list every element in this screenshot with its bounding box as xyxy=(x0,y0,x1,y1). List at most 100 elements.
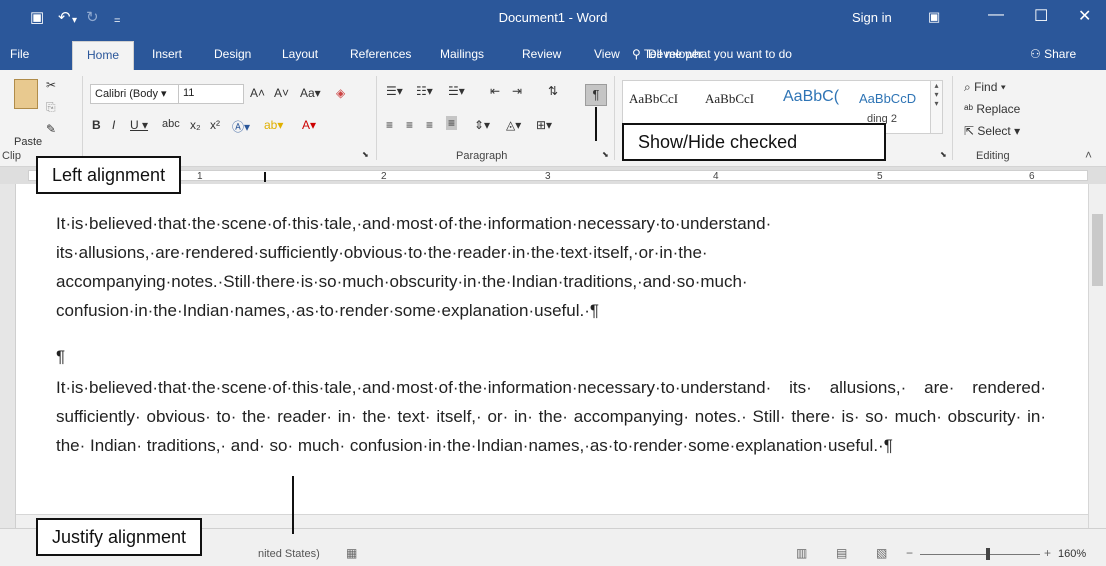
font-size-value: 11 xyxy=(183,87,195,99)
title-bar: ▣ ↶ ▾ ↻ = Document1 - Word Sign in ▣ — ☐… xyxy=(0,0,1106,37)
clipboard-group-label: Clip xyxy=(2,150,21,162)
tab-home[interactable]: Home xyxy=(72,41,135,70)
styles-scroll[interactable]: ▴ ▾ ▾ xyxy=(930,80,943,134)
style-no-spacing[interactable]: AaBbCcI xyxy=(705,91,754,107)
font-dialog-launcher-icon[interactable]: ⬊ xyxy=(362,150,369,159)
replace-button[interactable]: ᵃᵇ Replace xyxy=(964,102,1020,116)
group-divider xyxy=(376,76,377,160)
paste-button-label[interactable]: Paste xyxy=(14,136,42,148)
cut-icon[interactable]: ✂ xyxy=(46,78,56,92)
multilevel-list-icon[interactable]: ☱▾ xyxy=(448,84,465,98)
bold-icon[interactable]: B xyxy=(92,118,101,132)
sort-icon[interactable]: ⇅ xyxy=(548,84,558,98)
line-spacing-icon[interactable]: ⇕▾ xyxy=(474,118,490,132)
close-icon[interactable]: ✕ xyxy=(1078,6,1091,26)
align-left-icon[interactable]: ≡ xyxy=(386,118,393,132)
ruler-number: 4 xyxy=(713,171,719,182)
web-layout-icon[interactable]: ▧ xyxy=(876,546,887,560)
bullets-icon[interactable]: ☰▾ xyxy=(386,84,403,98)
superscript-icon[interactable]: x² xyxy=(210,118,220,132)
share-icon: ⚇ xyxy=(1030,47,1045,61)
callout-left-alignment: Left alignment xyxy=(36,156,182,194)
replace-icon: ᵃᵇ xyxy=(964,102,977,116)
select-label: Select xyxy=(977,124,1011,138)
vertical-scrollbar[interactable] xyxy=(1088,184,1106,528)
clear-formatting-icon[interactable]: ◈ xyxy=(336,86,345,100)
style-heading-1[interactable]: AaBbC( xyxy=(783,88,839,106)
borders-icon[interactable]: ⊞▾ xyxy=(536,118,552,132)
ruler-number: 5 xyxy=(877,171,883,182)
zoom-level[interactable]: 160% xyxy=(1058,548,1086,560)
document-page[interactable]: It·is·believed·that·the·scene·of·this·ta… xyxy=(16,184,1088,528)
tab-review[interactable]: Review xyxy=(522,47,561,61)
group-divider xyxy=(952,76,953,160)
tell-me-box[interactable]: ⚲ Tell me what you want to do xyxy=(632,47,792,61)
tab-references[interactable]: References xyxy=(350,47,411,61)
paste-icon[interactable] xyxy=(14,79,38,109)
paragraph-left-aligned[interactable]: It·is·believed·that·the·scene·of·this·ta… xyxy=(56,209,1046,325)
collapse-ribbon-icon[interactable]: ˄ xyxy=(1085,148,1092,162)
zoom-slider[interactable] xyxy=(920,554,1040,555)
grow-font-icon[interactable]: A˄ xyxy=(250,86,265,100)
align-center-icon[interactable]: ≡ xyxy=(406,118,413,132)
empty-paragraph-mark[interactable]: ¶ xyxy=(56,347,65,367)
editing-group-label: Editing xyxy=(976,150,1010,162)
font-name-combo[interactable]: Calibri (Body ▾ xyxy=(90,84,180,104)
minimize-icon[interactable]: — xyxy=(988,6,1004,24)
style-heading-2[interactable]: AaBbCcD xyxy=(859,91,916,106)
shrink-font-icon[interactable]: A˅ xyxy=(274,86,289,100)
share-button[interactable]: ⚇ Share xyxy=(1030,47,1076,61)
zoom-in-icon[interactable]: + xyxy=(1044,546,1051,560)
maximize-icon[interactable]: ☐ xyxy=(1034,6,1048,26)
decrease-indent-icon[interactable]: ⇤ xyxy=(490,84,500,98)
text-effects-icon[interactable]: Ⓐ▾ xyxy=(232,118,250,135)
scroll-thumb[interactable] xyxy=(1092,214,1103,286)
strikethrough-icon[interactable]: abc xyxy=(162,118,180,130)
group-divider xyxy=(614,76,615,160)
tab-file[interactable]: File xyxy=(10,47,29,61)
callout-justify-alignment: Justify alignment xyxy=(36,518,203,556)
tab-design[interactable]: Design xyxy=(214,47,251,61)
font-color-icon[interactable]: A▾ xyxy=(302,118,316,132)
callout-connector xyxy=(264,172,266,182)
read-mode-icon[interactable]: ▥ xyxy=(796,546,807,560)
show-hide-button[interactable]: ¶ xyxy=(585,84,607,106)
sign-in-link[interactable]: Sign in xyxy=(852,10,892,25)
numbering-icon[interactable]: ☷▾ xyxy=(416,84,433,98)
cursor-icon: ⇱ xyxy=(964,124,978,138)
highlight-icon[interactable]: ab▾ xyxy=(264,118,283,132)
format-painter-icon[interactable]: ✎ xyxy=(46,122,56,136)
font-size-combo[interactable]: 11 xyxy=(178,84,244,104)
italic-icon[interactable]: I xyxy=(112,118,115,132)
print-layout-icon[interactable]: ▤ xyxy=(836,546,847,560)
shading-icon[interactable]: ◬▾ xyxy=(506,118,521,132)
align-right-icon[interactable]: ≡ xyxy=(426,118,433,132)
callout-connector xyxy=(595,107,597,141)
select-button[interactable]: ⇱ Select ▾ xyxy=(964,124,1020,138)
paragraph-group-label: Paragraph xyxy=(456,150,508,162)
paragraph-justified[interactable]: It·is·believed·that·the·scene·of·this·ta… xyxy=(56,373,1046,460)
macro-icon[interactable]: ▦ xyxy=(346,546,357,560)
tab-layout[interactable]: Layout xyxy=(282,47,318,61)
callout-show-hide: Show/Hide checked xyxy=(622,123,886,161)
paragraph-dialog-launcher-icon[interactable]: ⬊ xyxy=(602,150,609,159)
tell-me-text: Tell me what you want to do xyxy=(643,47,792,61)
zoom-out-icon[interactable]: − xyxy=(906,546,913,560)
underline-icon[interactable]: U ▾ xyxy=(130,118,148,132)
zoom-slider-thumb[interactable] xyxy=(986,548,990,560)
copy-icon[interactable]: ⎘ xyxy=(46,100,56,115)
tab-view[interactable]: View xyxy=(594,47,620,61)
find-label: Find xyxy=(974,80,998,94)
vertical-ruler[interactable] xyxy=(0,184,16,528)
change-case-icon[interactable]: Aa▾ xyxy=(300,86,321,100)
ribbon-display-options-icon[interactable]: ▣ xyxy=(928,9,940,25)
subscript-icon[interactable]: x₂ xyxy=(190,118,201,132)
style-normal[interactable]: AaBbCcI xyxy=(629,91,678,107)
tab-mailings[interactable]: Mailings xyxy=(440,47,484,61)
language-status[interactable]: nited States) xyxy=(258,548,320,560)
find-button[interactable]: ⌕ Find ▾ xyxy=(964,80,1006,95)
increase-indent-icon[interactable]: ⇥ xyxy=(512,84,522,98)
tab-insert[interactable]: Insert xyxy=(152,47,182,61)
justify-icon[interactable]: ≡ xyxy=(446,116,458,130)
styles-dialog-launcher-icon[interactable]: ⬊ xyxy=(940,150,947,159)
